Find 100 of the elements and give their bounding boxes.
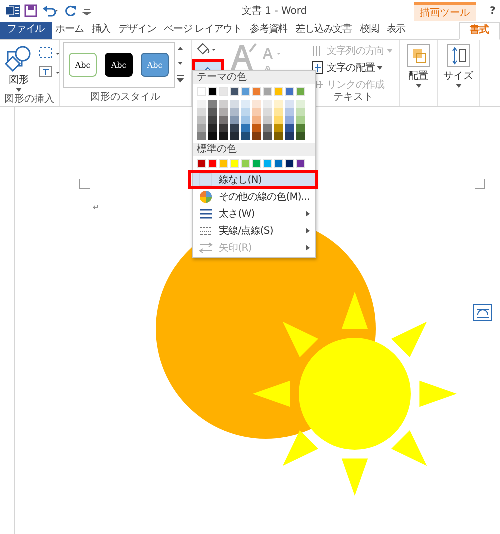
color-swatch[interactable] — [285, 116, 294, 124]
color-swatch[interactable] — [197, 108, 206, 116]
redo-icon[interactable] — [64, 4, 78, 18]
arrows-icon — [198, 240, 214, 256]
color-swatch[interactable] — [274, 124, 283, 132]
color-swatch[interactable] — [241, 124, 250, 132]
color-swatch[interactable] — [296, 159, 305, 168]
color-swatch[interactable] — [252, 132, 261, 140]
color-swatch[interactable] — [274, 159, 283, 168]
color-swatch[interactable] — [230, 116, 239, 124]
color-swatch[interactable] — [241, 132, 250, 140]
color-swatch[interactable] — [263, 116, 272, 124]
color-swatch[interactable] — [197, 100, 206, 108]
help-button[interactable]: ? — [490, 6, 500, 16]
save-icon[interactable] — [24, 4, 38, 18]
ribbon-tab[interactable]: 表示 — [382, 22, 410, 39]
ribbon-tab[interactable]: デザイン — [114, 22, 160, 39]
ribbon-tab[interactable]: ページ レイアウト — [160, 22, 246, 39]
color-swatch[interactable] — [296, 108, 305, 116]
color-swatch[interactable] — [219, 87, 228, 96]
color-swatch[interactable] — [219, 159, 228, 168]
color-swatch[interactable] — [252, 124, 261, 132]
color-swatch[interactable] — [285, 124, 294, 132]
arrange-button[interactable]: 配置 — [404, 42, 432, 90]
color-swatch[interactable] — [197, 87, 206, 96]
color-swatch[interactable] — [274, 132, 283, 140]
color-swatch[interactable] — [197, 132, 206, 140]
color-swatch[interactable] — [263, 132, 272, 140]
color-swatch[interactable] — [263, 87, 272, 96]
layout-options-icon[interactable] — [474, 304, 492, 322]
color-swatch[interactable] — [263, 100, 272, 108]
color-swatch[interactable] — [296, 87, 305, 96]
color-swatch[interactable] — [285, 108, 294, 116]
ribbon-tab[interactable]: 校閲 — [356, 22, 383, 39]
color-swatch[interactable] — [285, 87, 294, 96]
color-swatch[interactable] — [208, 116, 217, 124]
color-swatch[interactable] — [219, 116, 228, 124]
color-swatch[interactable] — [208, 132, 217, 140]
sun-shape[interactable] — [253, 292, 457, 496]
color-swatch[interactable] — [230, 87, 239, 96]
color-swatch[interactable] — [219, 124, 228, 132]
color-swatch[interactable] — [285, 132, 294, 140]
color-swatch[interactable] — [219, 108, 228, 116]
color-swatch[interactable] — [197, 116, 206, 124]
menu-item[interactable]: 実線/点線(S) — [193, 222, 315, 239]
color-swatch[interactable] — [296, 132, 305, 140]
color-swatch[interactable] — [241, 100, 250, 108]
ribbon-tab[interactable]: 差し込み文書 — [292, 22, 356, 39]
color-swatch[interactable] — [230, 100, 239, 108]
paint-bucket-icon[interactable] — [195, 42, 217, 56]
text-style-icon[interactable] — [228, 42, 258, 72]
shape-style-swatch[interactable]: Abc — [105, 53, 133, 77]
color-swatch[interactable] — [274, 87, 283, 96]
color-swatch[interactable] — [252, 159, 261, 168]
ribbon-tab[interactable]: 参考資料 — [246, 22, 292, 39]
menu-item[interactable]: 太さ(W) — [193, 205, 315, 222]
color-swatch[interactable] — [230, 159, 239, 168]
color-swatch[interactable] — [252, 116, 261, 124]
text-box-icon[interactable] — [38, 65, 62, 79]
color-swatch[interactable] — [208, 87, 217, 96]
ribbon-tab[interactable]: ホーム — [52, 22, 88, 39]
color-swatch[interactable] — [241, 116, 250, 124]
color-swatch[interactable] — [252, 100, 261, 108]
color-swatch[interactable] — [296, 124, 305, 132]
color-swatch[interactable] — [296, 100, 305, 108]
shape-style-swatch[interactable]: Abc — [69, 53, 97, 77]
color-swatch[interactable] — [241, 87, 250, 96]
ribbon-tab[interactable]: ファイル — [0, 22, 52, 39]
color-swatch[interactable] — [252, 108, 261, 116]
color-swatch[interactable] — [285, 159, 294, 168]
color-swatch[interactable] — [274, 116, 283, 124]
color-swatch[interactable] — [208, 108, 217, 116]
menu-item[interactable]: その他の線の色(M)... — [193, 188, 315, 205]
color-swatch[interactable] — [230, 108, 239, 116]
color-swatch[interactable] — [219, 132, 228, 140]
color-swatch[interactable] — [230, 124, 239, 132]
color-swatch[interactable] — [230, 132, 239, 140]
word-logo-icon[interactable] — [6, 4, 20, 18]
text-fill-icon[interactable] — [261, 46, 283, 60]
color-swatch[interactable] — [208, 124, 217, 132]
ribbon-tab[interactable]: 挿入 — [88, 22, 115, 39]
color-swatch[interactable] — [263, 108, 272, 116]
color-swatch[interactable] — [285, 100, 294, 108]
color-swatch[interactable] — [274, 108, 283, 116]
color-swatch[interactable] — [197, 159, 206, 168]
undo-icon[interactable] — [42, 4, 60, 18]
color-swatch[interactable] — [241, 159, 250, 168]
color-swatch[interactable] — [252, 87, 261, 96]
color-swatch[interactable] — [208, 100, 217, 108]
shapes-button[interactable]: 図形 — [3, 42, 35, 94]
color-swatch[interactable] — [197, 124, 206, 132]
color-swatch[interactable] — [263, 159, 272, 168]
color-swatch[interactable] — [274, 100, 283, 108]
color-swatch[interactable] — [208, 159, 217, 168]
edit-shape-icon[interactable] — [38, 46, 62, 60]
color-swatch[interactable] — [296, 116, 305, 124]
size-button[interactable]: サイズ — [442, 42, 476, 90]
color-swatch[interactable] — [241, 108, 250, 116]
color-swatch[interactable] — [263, 124, 272, 132]
color-swatch[interactable] — [219, 100, 228, 108]
